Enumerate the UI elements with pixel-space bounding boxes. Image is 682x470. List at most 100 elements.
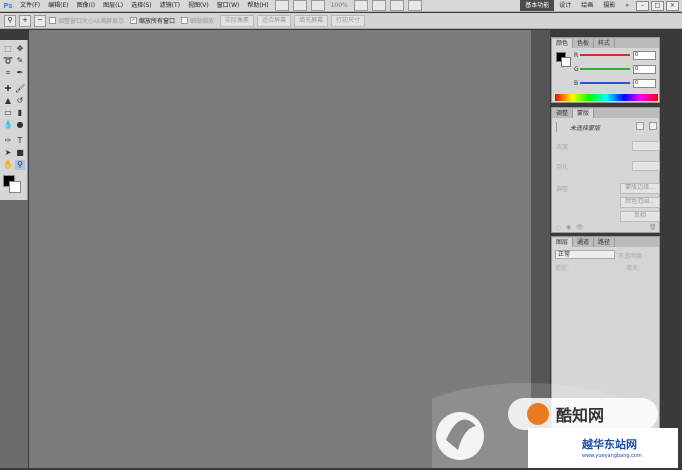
mini-bridge-icon[interactable] [292, 0, 307, 11]
vector-mask-icon[interactable] [649, 122, 657, 130]
healing-brush-tool-icon[interactable]: ✚ [3, 84, 13, 94]
tab-paths[interactable]: 路径 [594, 238, 616, 247]
options-bar: ⚲ + − 调整窗口大小以满屏显示 ✓ 缩放所有窗口 细微缩放 实际像素 适合屏幕… [0, 13, 682, 29]
bridge-icon[interactable] [274, 0, 289, 11]
scrubby-zoom-checkbox[interactable]: 细微缩放 [181, 16, 214, 25]
green-slider[interactable]: G 0 [574, 64, 658, 74]
green-value-input[interactable]: 0 [633, 64, 656, 74]
blur-tool-icon[interactable]: 💧 [3, 120, 13, 130]
visibility-icon[interactable]: 👁 [576, 224, 584, 231]
hand-icon[interactable] [353, 0, 368, 11]
delete-mask-icon[interactable]: 🗑 [649, 224, 657, 231]
lasso-tool-icon[interactable]: ➰ [3, 56, 13, 66]
history-brush-tool-icon[interactable]: ↺ [15, 96, 25, 106]
workspace-more-icon[interactable]: » [620, 0, 634, 12]
resize-windows-checkbox[interactable]: 调整窗口大小以满屏显示 [49, 16, 124, 25]
watermark-url: www.yueyangbang.com [582, 453, 642, 459]
close-icon[interactable]: × [666, 0, 679, 11]
marquee-tool-icon[interactable]: ⬚ [3, 44, 13, 54]
menu-edit[interactable]: 编辑(E) [44, 0, 72, 12]
menu-layer[interactable]: 图层(L) [99, 0, 127, 12]
zoom-tool-icon[interactable]: ⚲ [15, 160, 25, 170]
color-panel: 颜色 色板 样式 R 0 G 0 B 0 [551, 37, 660, 103]
clone-stamp-tool-icon[interactable]: ▲ [3, 96, 13, 106]
masks-panel-tabs: 调整 蒙版 [552, 108, 659, 118]
menu-help[interactable]: 帮助(H) [243, 0, 272, 12]
path-select-tool-icon[interactable]: ➤ [3, 148, 13, 158]
rotate-view-icon[interactable] [371, 0, 386, 11]
pixel-mask-icon[interactable] [636, 122, 644, 130]
workspace-photography[interactable]: 摄影 [598, 0, 620, 12]
feather-slider[interactable] [632, 161, 660, 171]
eyedropper-tool-icon[interactable]: ✒ [15, 68, 25, 78]
density-label: 浓度 [556, 144, 569, 151]
tab-masks[interactable]: 蒙版 [573, 109, 595, 118]
checkmark-icon: ✓ [130, 17, 138, 24]
watermark-site: 越华东站网 [582, 438, 637, 451]
tab-adjustments[interactable]: 调整 [552, 109, 574, 118]
hand-tool-icon[interactable]: ✋ [3, 160, 13, 170]
print-size-button[interactable]: 打印尺寸 [331, 14, 366, 27]
pen-tool-icon[interactable]: ✑ [3, 136, 13, 146]
refine-label: 调整 [556, 186, 569, 193]
zoom-out-icon[interactable]: − [34, 14, 46, 27]
zoom-in-icon[interactable]: + [19, 14, 31, 27]
shape-tool-icon[interactable]: ■ [15, 148, 25, 158]
blend-mode-select[interactable]: 正常 [555, 250, 615, 259]
fill-label: 填充: [626, 265, 641, 272]
menu-image[interactable]: 图像(I) [73, 0, 99, 12]
density-slider[interactable] [632, 141, 660, 151]
left-dock-empty [0, 200, 28, 468]
move-tool-icon[interactable]: ✥ [15, 44, 25, 54]
checkbox-box [181, 17, 189, 24]
maximize-icon[interactable]: □ [651, 0, 664, 11]
eraser-tool-icon[interactable]: ▭ [3, 108, 13, 118]
crop-tool-icon[interactable]: ⌗ [3, 68, 13, 78]
menu-filter[interactable]: 滤镜(T) [156, 0, 184, 12]
zoom-all-windows-checkbox[interactable]: ✓ 缩放所有窗口 [130, 16, 175, 25]
color-range-button[interactable]: 颜色范围... [620, 197, 660, 208]
brush-tool-icon[interactable]: 🖌 [15, 84, 25, 94]
load-selection-icon[interactable]: ◌ [556, 224, 561, 231]
tab-layers[interactable]: 图层 [552, 238, 574, 247]
red-value-input[interactable]: 0 [633, 50, 656, 60]
checkbox-label: 细微缩放 [190, 18, 215, 25]
color-spectrum-bar[interactable] [555, 94, 658, 101]
workspace-design[interactable]: 设计 [554, 0, 576, 12]
menu-file[interactable]: 文件(F) [16, 0, 44, 12]
tab-channels[interactable]: 通道 [573, 238, 595, 247]
slider-track[interactable] [580, 68, 630, 70]
tab-color[interactable]: 颜色 [552, 39, 574, 48]
quick-select-tool-icon[interactable]: ✎ [15, 56, 25, 66]
checkbox-label: 缩放所有窗口 [139, 18, 176, 25]
fill-screen-button[interactable]: 填充屏幕 [294, 14, 329, 27]
workspace-essentials[interactable]: 基本功能 [520, 0, 555, 11]
blue-value-input[interactable]: 0 [633, 78, 656, 88]
zoom-tool-preset-icon[interactable]: ⚲ [4, 14, 16, 27]
tab-styles[interactable]: 样式 [594, 39, 616, 48]
workspace-painting[interactable]: 绘画 [576, 0, 598, 12]
panel-background-swatch[interactable] [561, 57, 571, 67]
dodge-tool-icon[interactable]: ● [15, 120, 25, 130]
fit-screen-button[interactable]: 适合屏幕 [257, 14, 292, 27]
apply-mask-icon[interactable]: ◉ [566, 224, 571, 231]
type-tool-icon[interactable]: T [15, 136, 25, 146]
background-color-swatch[interactable] [9, 181, 21, 193]
screen-mode-icon[interactable] [407, 0, 422, 11]
tab-swatches[interactable]: 色板 [573, 39, 595, 48]
blue-slider[interactable]: B 0 [574, 78, 658, 88]
menu-select[interactable]: 选择(S) [127, 0, 156, 12]
extras-icon[interactable] [310, 0, 325, 11]
gradient-tool-icon[interactable]: ▮ [15, 108, 25, 118]
actual-pixels-button[interactable]: 实际像素 [220, 14, 255, 27]
slider-track[interactable] [580, 54, 630, 56]
arrange-documents-icon[interactable] [389, 0, 404, 11]
red-slider[interactable]: R 0 [574, 50, 658, 60]
invert-button[interactable]: 反相 [620, 211, 660, 222]
menu-window[interactable]: 窗口(W) [213, 0, 244, 12]
mask-edge-button[interactable]: 蒙版边缘... [620, 183, 660, 194]
menu-view[interactable]: 视图(V) [184, 0, 213, 12]
minimize-icon[interactable]: – [636, 0, 649, 11]
zoom-level[interactable]: 100% [331, 2, 348, 9]
slider-track[interactable] [580, 82, 630, 84]
